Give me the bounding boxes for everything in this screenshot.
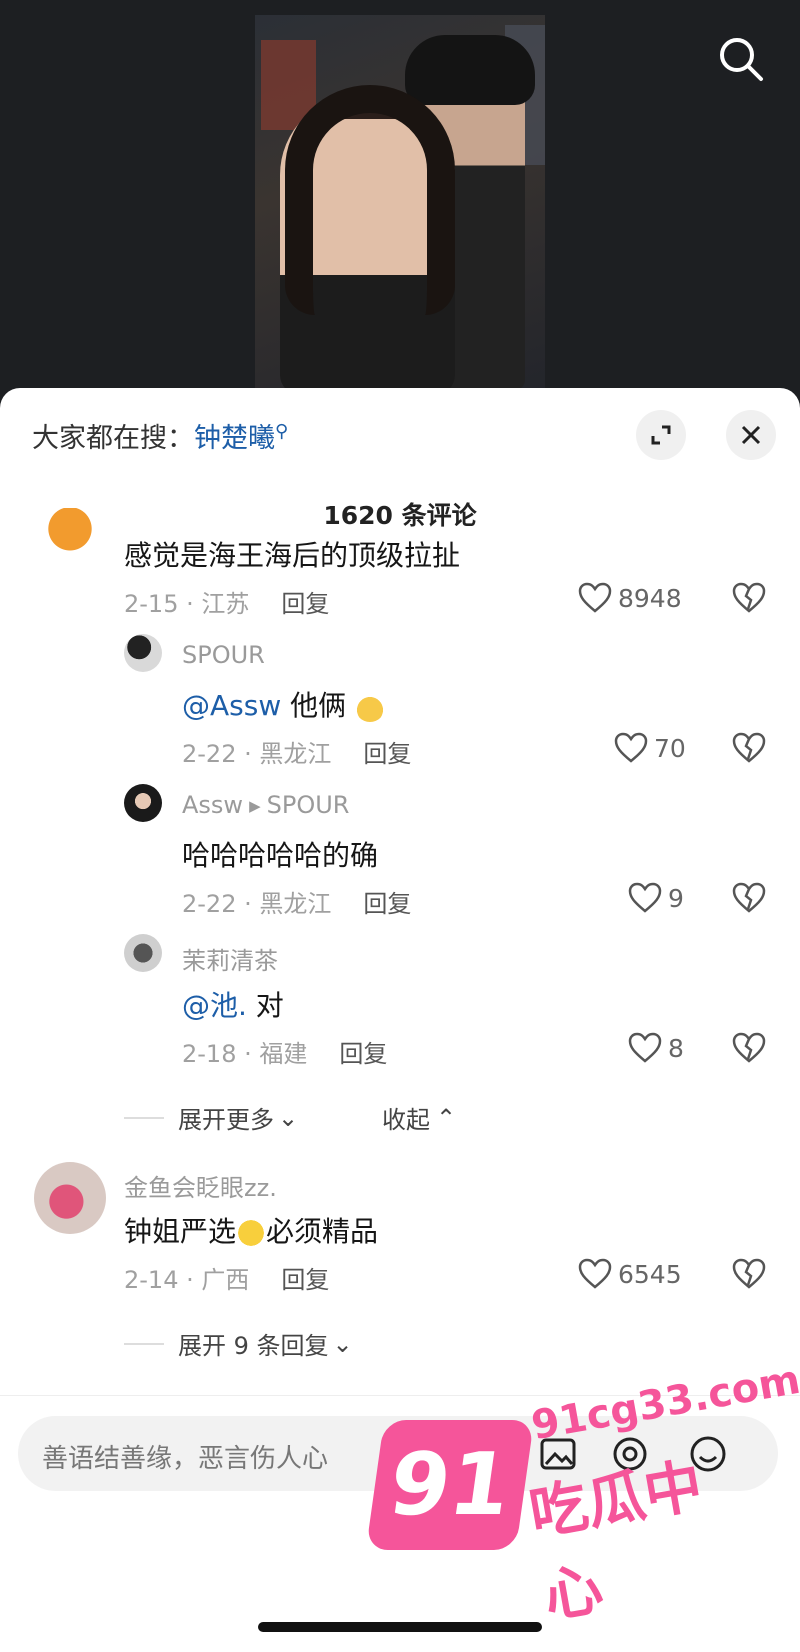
broken-heart-icon <box>732 582 766 613</box>
dislike-button[interactable] <box>732 582 766 616</box>
reply-text: @池. 对 <box>182 989 284 1022</box>
chevron-up-icon: ⌃ <box>436 1103 457 1132</box>
magnifier-icon: ⚲ <box>275 421 289 442</box>
home-indicator <box>258 1622 542 1632</box>
expand-replies-button[interactable]: 展开 9 条回复 ⌄ <box>124 1326 353 1361</box>
video-thumbnail <box>255 15 545 390</box>
comment-input-placeholder: 善语结善缘，恶言伤人心 <box>42 1444 329 1474</box>
avatar[interactable] <box>34 1162 106 1234</box>
reply-text: 哈哈哈哈哈的确 <box>182 839 379 872</box>
reply-author[interactable]: SPOUR <box>182 641 265 669</box>
reply-button[interactable]: 回复 <box>363 890 411 918</box>
reply-meta: 2-22 · 黑龙江 回复 <box>182 740 412 768</box>
reply-author[interactable]: 茉莉清茶 <box>182 941 278 976</box>
like-button[interactable]: 8 <box>628 1032 684 1064</box>
like-button[interactable]: 70 <box>614 732 686 764</box>
broken-heart-icon <box>732 732 766 763</box>
avatar[interactable] <box>124 634 162 672</box>
comment-date: 2-15 · 江苏 <box>124 590 250 618</box>
expand-more-button[interactable]: 展开更多 ⌄ <box>124 1100 298 1135</box>
hand-emoji-icon <box>355 692 386 722</box>
heart-icon <box>614 732 648 763</box>
heart-icon <box>578 582 612 613</box>
divider <box>124 1116 164 1119</box>
broken-heart-icon <box>732 1032 766 1063</box>
comment-text: 感觉是海王海后的顶级拉扯 <box>124 539 461 572</box>
video-player[interactable] <box>0 0 800 400</box>
comment-text: 钟姐严选 必须精品 <box>124 1215 379 1248</box>
search-icon[interactable] <box>716 34 766 84</box>
reply-button[interactable]: 回复 <box>281 590 329 618</box>
like-count: 8948 <box>618 583 682 613</box>
close-button[interactable] <box>726 410 776 460</box>
reply-text: @Assw 他俩 <box>182 684 386 724</box>
comment-meta: 2-14 · 广西 回复 <box>124 1266 330 1294</box>
expand-icon <box>651 425 671 445</box>
reply-meta: 2-22 · 黑龙江 回复 <box>182 890 412 918</box>
hot-search-bar[interactable]: 大家都在搜：钟楚曦⚲ <box>32 416 288 455</box>
dislike-button[interactable] <box>732 1032 766 1066</box>
reply-button[interactable]: 回复 <box>281 1266 329 1294</box>
dislike-button[interactable] <box>732 1258 766 1292</box>
heart-icon <box>628 882 662 913</box>
reply-author: Assw ▶ SPOUR <box>182 791 350 819</box>
dislike-button[interactable] <box>732 732 766 766</box>
chevron-down-icon: ⌄ <box>278 1103 299 1132</box>
crying-laughing-emoji-icon <box>236 1218 267 1248</box>
reply-button[interactable]: 回复 <box>339 1040 387 1068</box>
broken-heart-icon <box>732 1258 766 1289</box>
comment-author[interactable]: 金鱼会眨眼zz. <box>124 1168 277 1203</box>
chevron-down-icon: ⌄ <box>332 1329 353 1358</box>
divider <box>124 1342 164 1345</box>
avatar[interactable] <box>124 934 162 972</box>
comments-count: 1620 条评论 <box>323 501 477 530</box>
reply-meta: 2-18 · 福建 回复 <box>182 1040 388 1068</box>
watermark-badge: 91 <box>365 1420 535 1550</box>
avatar[interactable] <box>124 784 162 822</box>
dislike-button[interactable] <box>732 882 766 916</box>
expand-fullscreen-button[interactable] <box>636 410 686 460</box>
avatar[interactable] <box>34 508 106 560</box>
play-arrow-icon: ▶ <box>249 797 261 815</box>
collapse-button[interactable]: 收起 ⌃ <box>382 1100 456 1135</box>
watermark-logo: 91 91cg33.com 吃瓜中心 <box>365 1357 800 1631</box>
comment-meta: 2-15 · 江苏 回复 <box>124 584 329 619</box>
close-icon <box>741 425 761 445</box>
mention-link[interactable]: @池. <box>182 989 247 1022</box>
hot-search-prefix: 大家都在搜： <box>32 423 194 454</box>
hot-search-keyword[interactable]: 钟楚曦 <box>194 423 275 454</box>
like-button[interactable]: 9 <box>628 882 684 914</box>
like-button[interactable]: 6545 <box>578 1258 682 1290</box>
like-button[interactable]: 8948 <box>578 582 682 614</box>
broken-heart-icon <box>732 882 766 913</box>
heart-icon <box>628 1032 662 1063</box>
heart-icon <box>578 1258 612 1289</box>
mention-link[interactable]: @Assw <box>182 689 281 722</box>
reply-button[interactable]: 回复 <box>363 740 411 768</box>
